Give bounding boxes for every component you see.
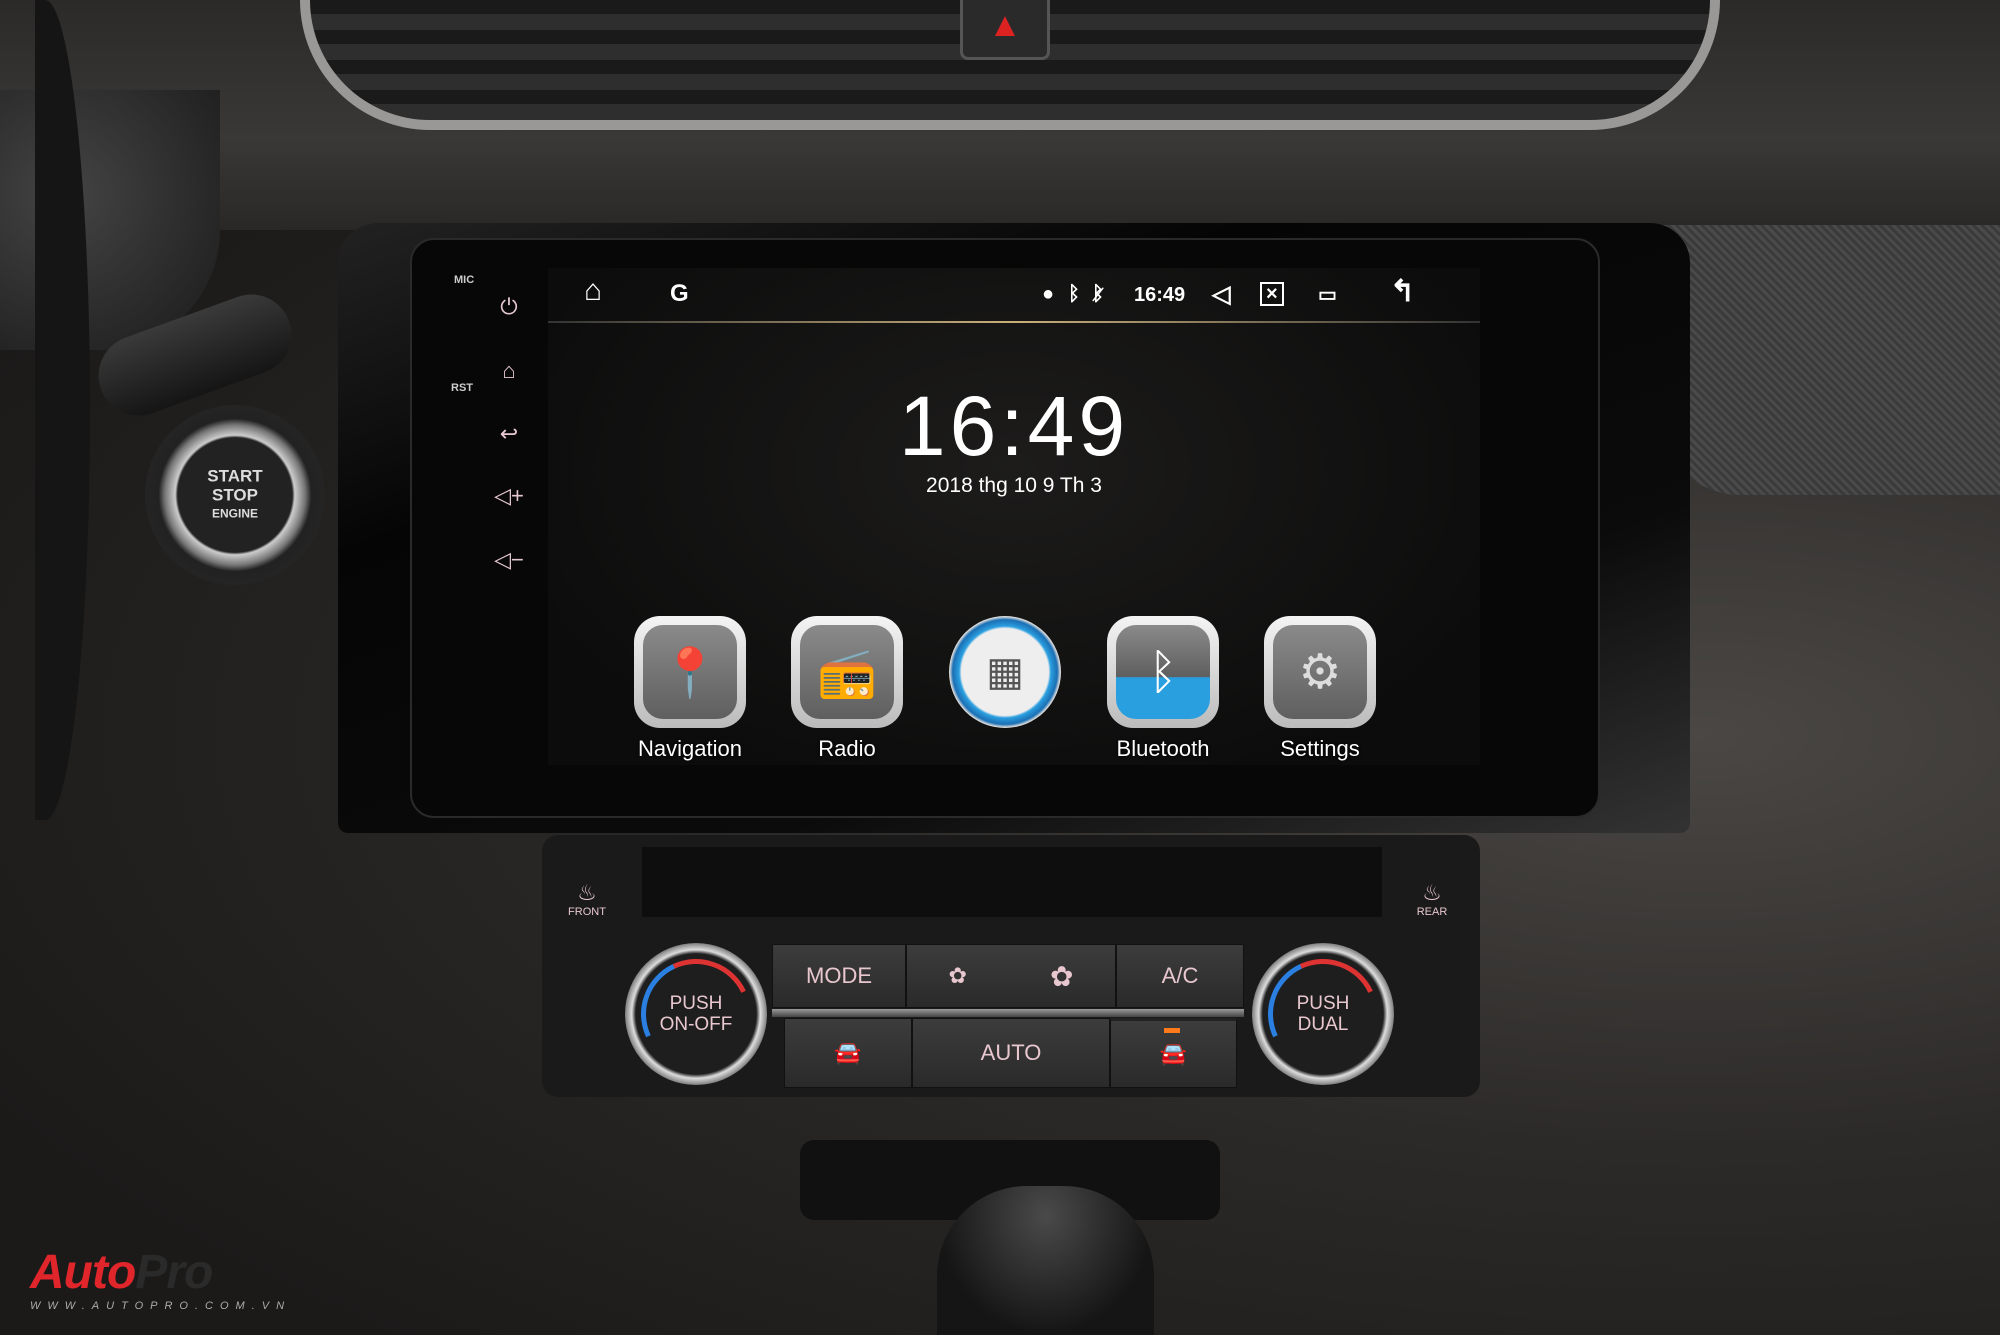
status-bar: ⌂ G ● ᛒ ᛒ̸ 16:49 ◁ × ▭ ↰	[548, 268, 1480, 323]
rear-label: REAR	[1416, 906, 1448, 918]
autopro-watermark: AutoPro WWW.AUTOPRO.COM.VN	[30, 1245, 291, 1312]
close-screen-icon[interactable]: ×	[1260, 282, 1284, 306]
volume-up-icon[interactable]: ◁+	[489, 483, 529, 509]
logo-url: WWW.AUTOPRO.COM.VN	[30, 1300, 292, 1312]
on-off-label: ON-OFF	[659, 1014, 733, 1035]
location-icon: ●	[1042, 283, 1055, 305]
driver-temp-knob[interactable]: PUSH ON-OFF	[625, 943, 767, 1085]
hazard-button[interactable]: ▲	[960, 0, 1050, 60]
recirculation-icon: 🚘	[834, 1040, 862, 1065]
climate-panel: ♨ FRONT ♨ REAR MODE ✿ ✿ A/C 🚘 AUTO 🚘 PUSH…	[542, 835, 1480, 1097]
status-time: 16:49	[1134, 284, 1186, 306]
app-drawer[interactable]: ▦	[930, 616, 1080, 736]
apps-grid-icon: ▦	[986, 650, 1024, 694]
front-defrost-button[interactable]: ♨ FRONT	[557, 880, 617, 918]
carbon-trim	[1660, 225, 2000, 495]
app-label: Settings	[1280, 736, 1360, 761]
climate-display	[642, 847, 1382, 917]
bluetooth-icon: ᛒ	[1068, 283, 1080, 305]
clock-widget[interactable]: 16:49	[548, 378, 1480, 475]
bluetooth-icon: ᛒ	[1116, 625, 1210, 719]
touchscreen: ⌂ G ● ᛒ ᛒ̸ 16:49 ◁ × ▭ ↰ 16:49 2018 thg …	[548, 268, 1480, 765]
fan-up-icon[interactable]: ✿	[1050, 960, 1073, 993]
front-label: FRONT	[568, 906, 606, 918]
home-icon[interactable]: ⌂	[489, 358, 529, 384]
chrome-strip	[772, 1009, 1244, 1017]
fresh-air-indicator	[1164, 1028, 1180, 1033]
start-stop-button[interactable]: START STOP ENGINE	[145, 405, 325, 585]
fresh-air-icon: 🚘	[1159, 1041, 1188, 1066]
push-label: PUSH	[669, 993, 723, 1014]
logo-pro: Pro	[135, 1246, 213, 1299]
date-text: 2018 thg 10 9 Th 3	[926, 474, 1102, 497]
rst-label[interactable]: RST	[451, 382, 473, 394]
app-bluetooth[interactable]: ᛒ Bluetooth	[1088, 616, 1238, 762]
passenger-temp-knob[interactable]: PUSH DUAL	[1252, 943, 1394, 1085]
app-label: Radio	[818, 736, 876, 761]
volume-down-icon[interactable]: ◁−	[489, 547, 529, 573]
app-radio[interactable]: 📻 Radio	[772, 616, 922, 762]
mic-label: MIC	[454, 274, 475, 286]
push-label: PUSH	[1296, 993, 1350, 1014]
rear-defrost-button[interactable]: ♨ REAR	[1402, 880, 1462, 918]
app-navigation[interactable]: 📍 Navigation	[615, 616, 765, 762]
ac-button[interactable]: A/C	[1116, 944, 1244, 1008]
power-icon[interactable]: ⏻	[489, 294, 529, 320]
recirculation-button[interactable]: 🚘	[784, 1018, 912, 1088]
app-label: Bluetooth	[1116, 736, 1210, 761]
navigation-pin-icon: 📍	[643, 625, 737, 719]
back-icon[interactable]: ↰	[1390, 274, 1415, 309]
engine-label: ENGINE	[211, 506, 258, 521]
front-defrost-icon: ♨	[577, 880, 597, 905]
radio-icon: 📻	[800, 625, 894, 719]
volume-icon[interactable]: ◁	[1212, 280, 1230, 309]
window-icon[interactable]: ▭	[1318, 282, 1337, 307]
stop-label: STOP	[212, 485, 258, 505]
home-icon[interactable]: ⌂	[584, 274, 602, 308]
app-label: Navigation	[638, 736, 742, 761]
fan-speed-buttons[interactable]: ✿ ✿	[906, 944, 1116, 1008]
mode-button[interactable]: MODE	[772, 944, 906, 1008]
hazard-icon: ▲	[988, 6, 1022, 44]
back-icon[interactable]: ↩	[489, 421, 529, 447]
status-divider	[548, 321, 1480, 323]
steering-wheel	[0, 0, 90, 820]
start-label: START	[207, 466, 263, 486]
gear-shifter[interactable]	[937, 1186, 1154, 1335]
fan-down-icon[interactable]: ✿	[949, 963, 967, 989]
gears-icon: ⚙	[1273, 625, 1367, 719]
app-settings[interactable]: ⚙ Settings	[1245, 616, 1395, 762]
auto-button[interactable]: AUTO	[912, 1018, 1110, 1088]
bluetooth-off-icon: ᛒ̸	[1092, 283, 1104, 305]
rear-defrost-icon: ♨	[1422, 880, 1442, 905]
google-icon[interactable]: G	[670, 280, 689, 308]
logo-auto: Auto	[30, 1246, 136, 1299]
dual-label: DUAL	[1297, 1014, 1349, 1035]
